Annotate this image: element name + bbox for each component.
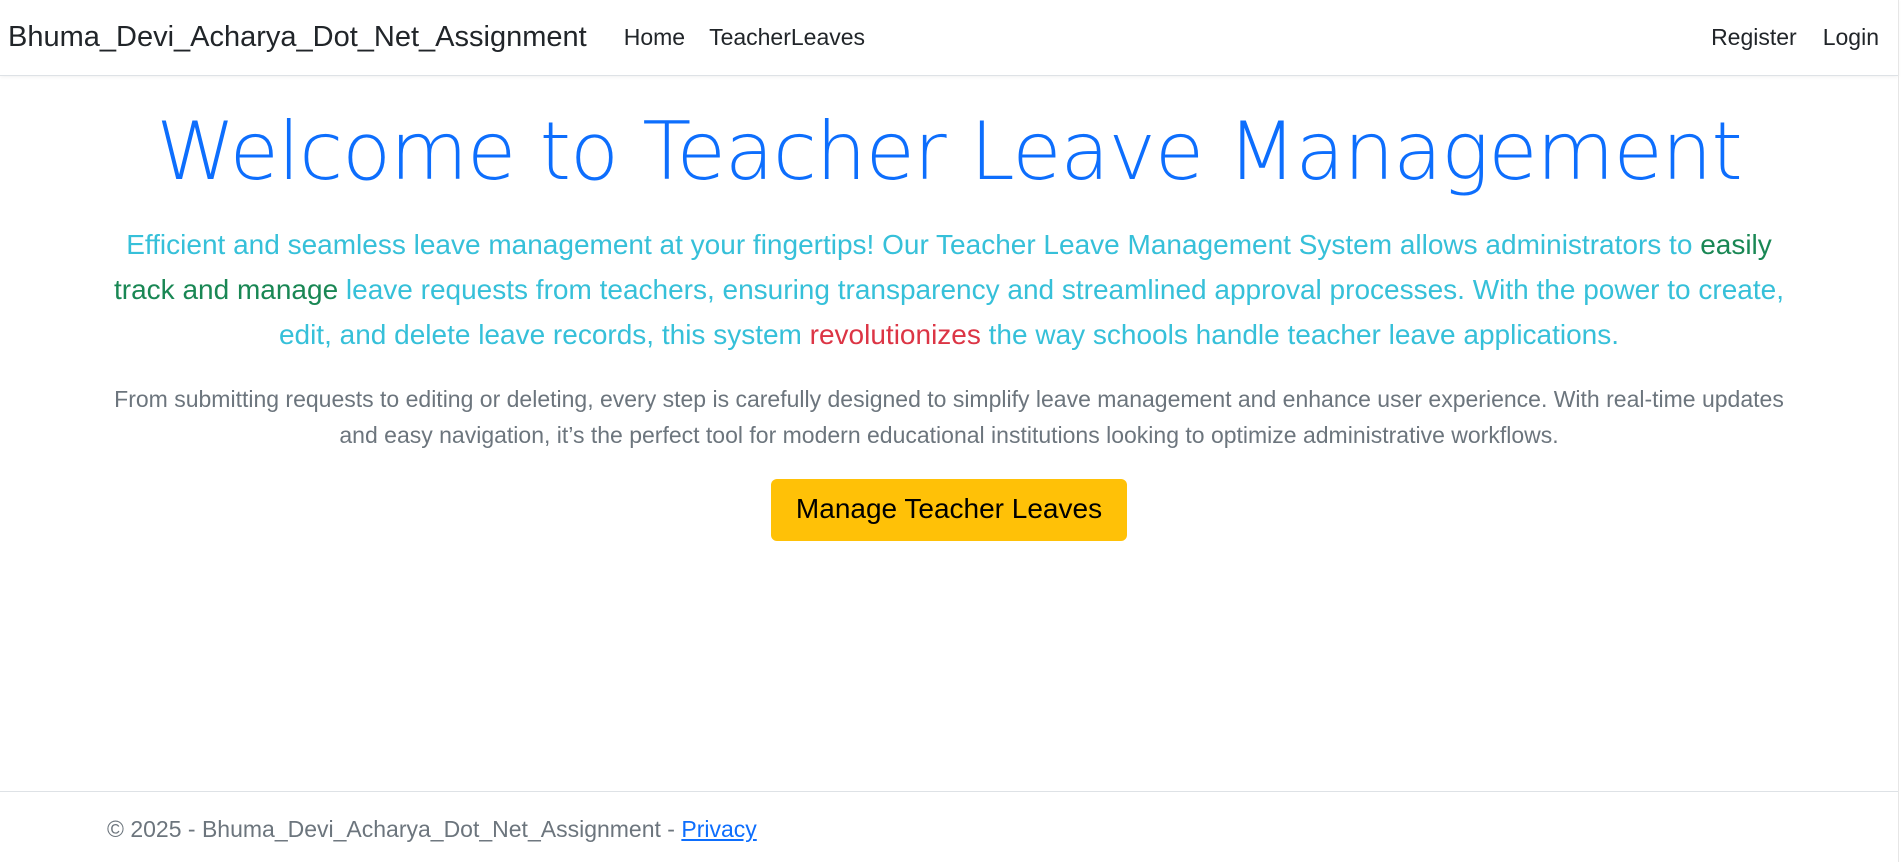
lead-highlight-red: revolutionizes — [809, 319, 981, 350]
footer-text: © 2025 - Bhuma_Devi_Acharya_Dot_Net_Assi… — [107, 816, 757, 843]
page: Bhuma_Devi_Acharya_Dot_Net_Assignment Ho… — [0, 0, 1902, 862]
lead-text-1: Efficient and seamless leave management … — [126, 229, 1701, 260]
nav-link-home[interactable]: Home — [612, 16, 697, 59]
description-paragraph: From submitting requests to editing or d… — [114, 386, 1784, 448]
footer: © 2025 - Bhuma_Devi_Acharya_Dot_Net_Assi… — [0, 791, 1898, 862]
main-content: Welcome to Teacher Leave Management Effi… — [0, 76, 1898, 541]
nav-link-register[interactable]: Register — [1698, 16, 1810, 59]
nav-right: Register Login — [1698, 16, 1892, 59]
top-navbar: Bhuma_Devi_Acharya_Dot_Net_Assignment Ho… — [0, 0, 1898, 76]
brand-link[interactable]: Bhuma_Devi_Acharya_Dot_Net_Assignment — [8, 21, 587, 54]
footer-copyright: © 2025 - Bhuma_Devi_Acharya_Dot_Net_Assi… — [107, 816, 682, 842]
page-title: Welcome to Teacher Leave Management — [156, 105, 1742, 198]
nav-link-teacherleaves[interactable]: TeacherLeaves — [697, 16, 877, 59]
window-edge-divider — [1898, 0, 1899, 862]
privacy-link[interactable]: Privacy — [681, 816, 756, 842]
lead-text-3: the way schools handle teacher leave app… — [980, 319, 1620, 350]
lead-paragraph: Efficient and seamless leave management … — [99, 222, 1799, 357]
manage-teacher-leaves-button[interactable]: Manage Teacher Leaves — [770, 479, 1128, 541]
nav-left: Home TeacherLeaves — [612, 16, 877, 59]
nav-link-login[interactable]: Login — [1810, 16, 1892, 59]
